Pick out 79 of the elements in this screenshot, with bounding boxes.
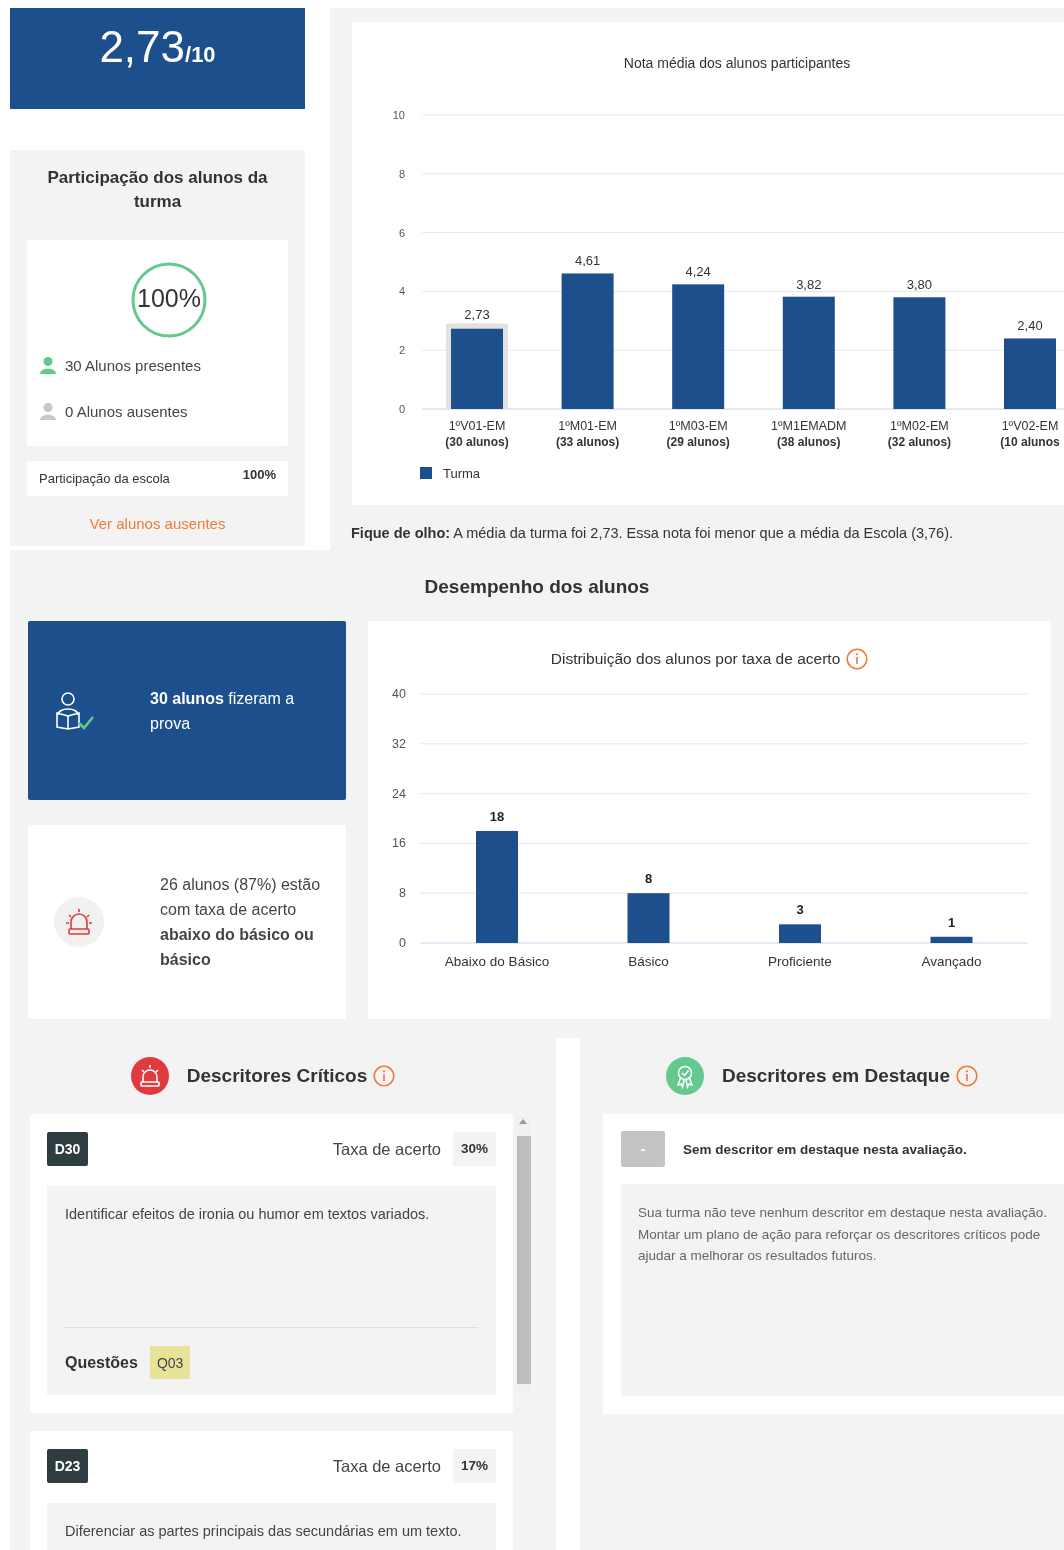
chart-title: Nota média dos alunos participantes [623,55,851,71]
chart-title: Distribuição dos alunos por taxa de acerto [550,650,841,668]
category-label: 1ºM03-EM [668,419,728,433]
group-size-label: (10 alunos [1000,435,1060,449]
summary-text: 30 alunos fizeram a prova [150,688,296,734]
bar [779,924,821,943]
y-tick-label: 4 [398,285,405,298]
descriptor-code: D23 [47,1449,88,1483]
question-tag[interactable]: Q03 [149,1346,191,1379]
student-reading-icon [54,690,96,731]
questions-label: Questões [65,1353,138,1372]
category-label: 1ºM01-EM [558,419,617,433]
rate-value: 30% [452,1132,496,1166]
y-tick-label: 16 [392,836,406,851]
y-tick-label: 40 [392,687,406,701]
bar [930,936,973,943]
y-tick-label: 0 [398,403,405,415]
category-label: 1ºV02-EM [1001,419,1059,433]
y-tick-label: 32 [392,736,406,751]
panel-title: Participação dos alunos da turma [47,167,268,213]
bar-value-label: 4,24 [685,264,711,280]
category-label: Avançado [921,954,982,969]
descriptor-description: Identificar efeitos de ironia ou humor em textos variados. [65,1206,431,1222]
school-participation-label: Participação da escola [39,471,170,488]
category-label: Proficiente [768,954,832,969]
category-label: 1ºV01-EM [448,419,506,433]
note-text: Fique de olho: A média da turma foi 2,73. Essa nota foi menor que a média da Escola (3,76). [351,525,955,541]
group-size-label: (32 alunos) [887,435,952,449]
category-label: 1ºM02-EM [890,419,949,433]
group-size-label: (33 alunos) [555,435,620,449]
bar-value-label: 2,73 [464,306,490,322]
siren-icon [54,896,104,948]
category-label: Básico [628,954,669,969]
person-icon [39,402,57,420]
descriptor-description: Diferenciar as partes principais das secundárias em um texto. [65,1523,463,1539]
legend-swatch [420,467,432,479]
school-participation-value: 100% [242,467,276,484]
bar [627,893,670,943]
y-tick-label: 0 [399,936,406,950]
panel-title: Descritores Críticos [186,1065,368,1087]
average-score: 2,73 [99,22,185,71]
y-tick-label: 24 [392,786,406,801]
y-tick-label: 10 [392,109,405,121]
y-tick-label: 8 [398,167,405,180]
bar-value-label: 3 [796,902,804,918]
group-size-label: (29 alunos) [666,435,730,449]
siren-icon [130,1057,169,1095]
bar-value-label: 1 [947,914,956,930]
rate-label: Taxa de acerto [332,1456,441,1476]
descriptor-code: - [621,1131,665,1167]
rate-value: 17% [452,1449,496,1483]
bar-value-label: 18 [489,808,505,824]
y-tick-label: 8 [399,886,406,901]
y-tick-label: 6 [398,226,405,239]
medal-icon [665,1057,704,1095]
bar-value-label: 3,82 [796,276,822,292]
section-title: Desempenho dos alunos [423,576,651,599]
legend-label: Turma [443,466,481,481]
bar-value-label: 2,40 [1017,318,1043,334]
group-size-label: (38 alunos) [777,435,841,449]
bar-value-label: 4,61 [574,253,601,269]
scroll-up-arrow-icon[interactable] [519,1119,527,1124]
category-label: Abaixo do Básico [444,954,550,969]
descriptor-code: D30 [47,1132,88,1166]
attendance-count: 0 Alunos ausentes [65,402,188,420]
attendance-count: 30 Alunos presentes [65,356,201,374]
panel-title: Descritores em Destaque [721,1065,951,1087]
participation-rate: 100% [136,284,202,313]
empty-message: Sem descritor em destaque nesta avaliação. [683,1141,967,1157]
group-size-label: (30 alunos) [445,435,509,449]
summary-text: 26 alunos (87%) estão com taxa de acerto abaixo do básico ou básico [160,875,322,970]
person-icon [39,356,57,374]
bar-value-label: 3,80 [906,277,933,293]
bar-value-label: 8 [644,871,653,887]
category-label: 1ºM1EMADM [771,419,847,433]
descriptor-description: Sua turma não teve nenhum descritor em destaque nesta avaliação. Montar um plano de ação para reforçar os descritores críticos pode ajudar a melhorar os resultados futuros. [621,1184,1064,1396]
y-tick-label: 2 [398,344,405,357]
rate-label: Taxa de acerto [332,1139,441,1159]
score-scale: /10 [185,42,216,67]
